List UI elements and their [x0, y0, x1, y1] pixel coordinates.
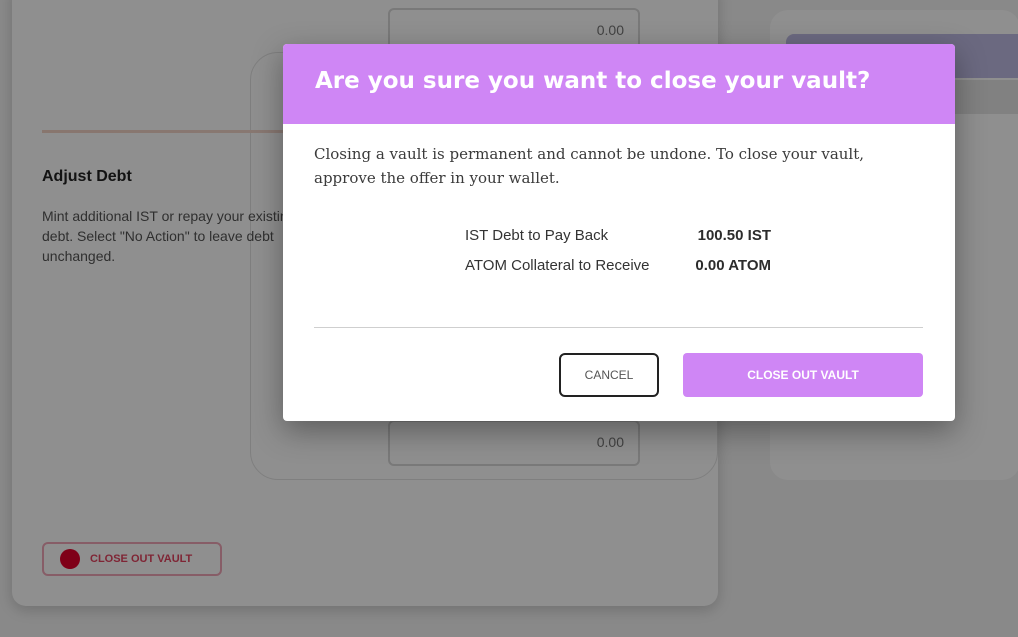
dialog-header: Are you sure you want to close your vaul…	[283, 44, 955, 124]
close-vault-dialog: Are you sure you want to close your vaul…	[283, 44, 955, 421]
summary-label: IST Debt to Pay Back	[465, 226, 609, 244]
summary-row-collateral: ATOM Collateral to Receive 0.00 ATOM	[465, 250, 771, 280]
summary-row-debt: IST Debt to Pay Back 100.50 IST	[465, 220, 771, 250]
dialog-divider	[314, 327, 923, 328]
dialog-description: Closing a vault is permanent and cannot …	[314, 145, 865, 187]
summary-value: 100.50 IST	[697, 226, 771, 244]
summary-label: ATOM Collateral to Receive	[465, 256, 650, 274]
summary-value: 0.00 ATOM	[695, 256, 771, 274]
dialog-body: Closing a vault is permanent and cannot …	[283, 124, 955, 280]
close-summary-table: IST Debt to Pay Back 100.50 IST ATOM Col…	[465, 220, 771, 280]
close-out-vault-button[interactable]: Close Out Vault	[683, 353, 923, 397]
dialog-title: Are you sure you want to close your vaul…	[315, 68, 871, 94]
cancel-button[interactable]: Cancel	[559, 353, 659, 397]
